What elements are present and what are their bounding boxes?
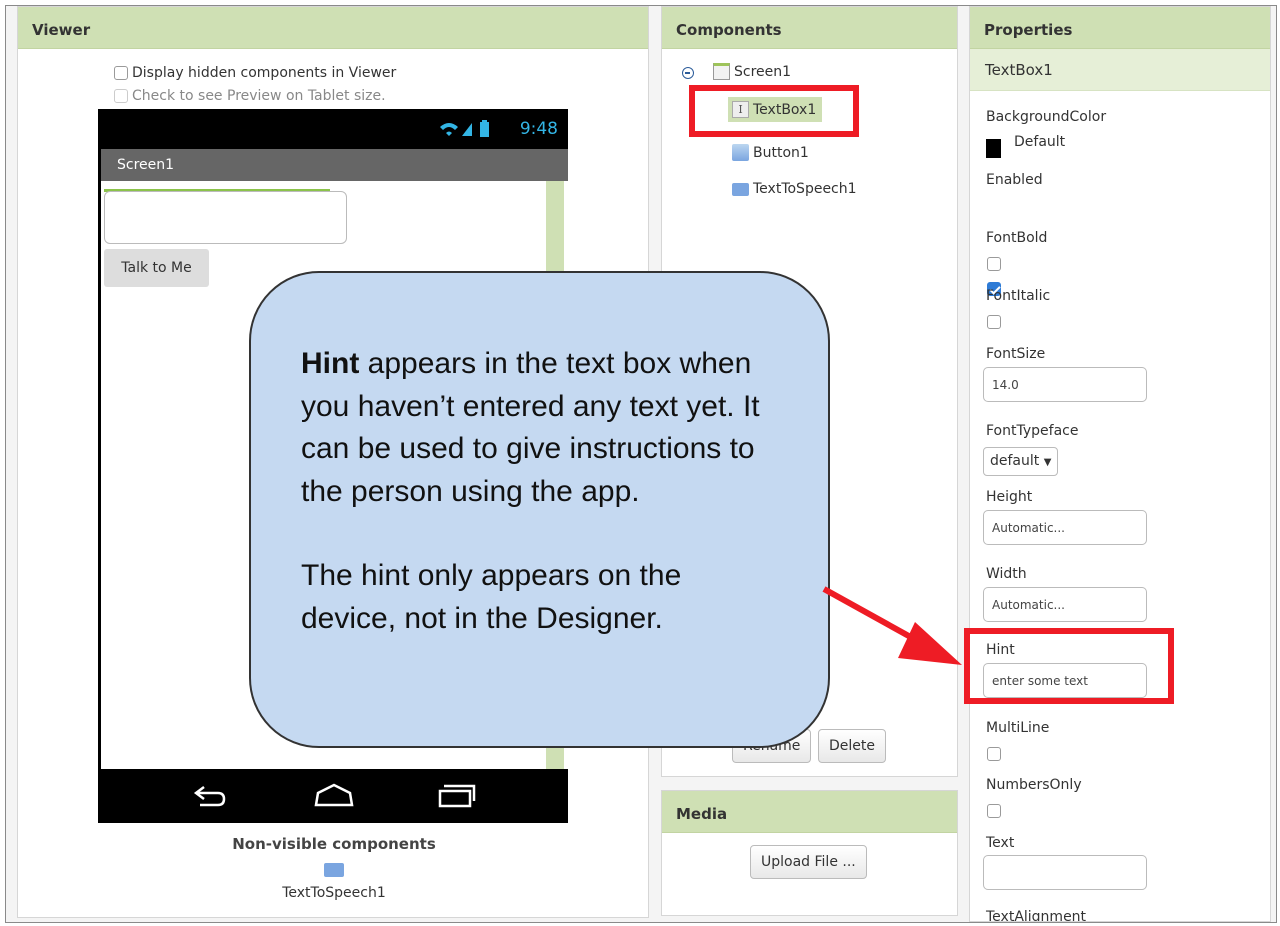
pointer-arrow xyxy=(822,586,962,665)
